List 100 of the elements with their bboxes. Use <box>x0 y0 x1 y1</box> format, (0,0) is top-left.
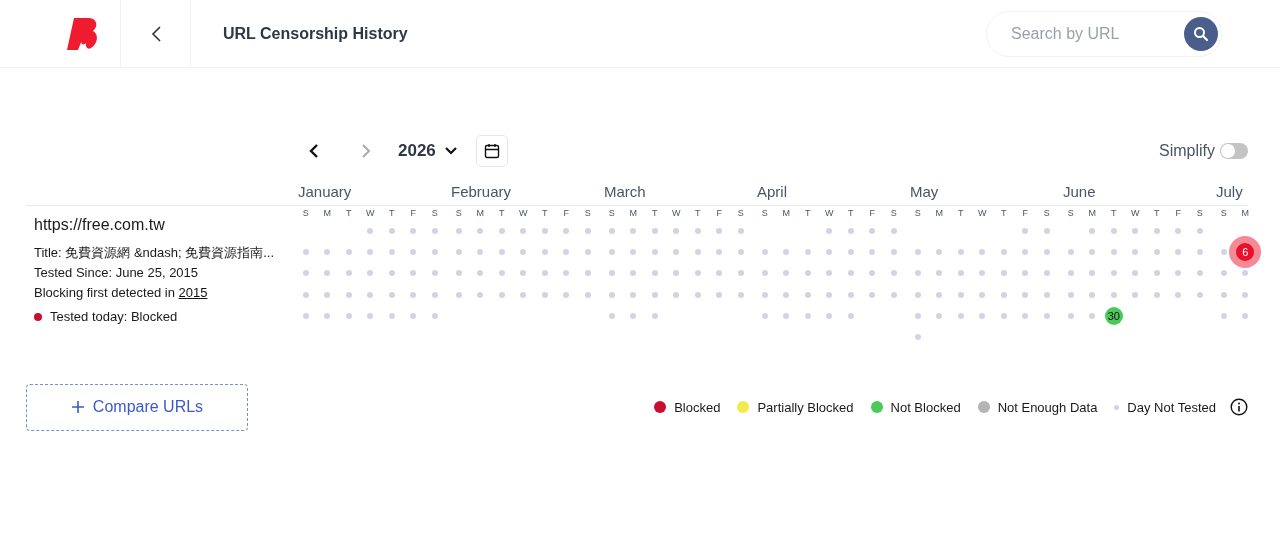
day-dot[interactable] <box>936 270 943 277</box>
day-dot[interactable] <box>716 248 723 255</box>
day-dot[interactable] <box>608 248 615 255</box>
day-dot[interactable] <box>1110 227 1117 234</box>
day-dot[interactable] <box>608 227 615 234</box>
day-dot[interactable] <box>1043 312 1050 319</box>
day-dot[interactable] <box>388 248 395 255</box>
day-dot[interactable] <box>979 248 986 255</box>
day-dot[interactable] <box>957 312 964 319</box>
day-dot[interactable] <box>520 227 527 234</box>
day-dot[interactable] <box>477 248 484 255</box>
day-dot[interactable] <box>1110 291 1117 298</box>
day-dot[interactable] <box>1242 312 1249 319</box>
day-dot[interactable] <box>651 248 658 255</box>
day-dot[interactable] <box>847 248 854 255</box>
day-dot[interactable] <box>455 248 462 255</box>
day-dot[interactable] <box>410 291 417 298</box>
day-dot[interactable] <box>608 312 615 319</box>
day-dot[interactable] <box>608 270 615 277</box>
day-dot[interactable] <box>498 227 505 234</box>
day-dot[interactable] <box>761 312 768 319</box>
day-dot[interactable] <box>541 248 548 255</box>
day-dot[interactable] <box>914 334 921 341</box>
day-dot[interactable] <box>673 291 680 298</box>
day-dot[interactable] <box>541 227 548 234</box>
day-dot[interactable] <box>1220 248 1227 255</box>
day-dot[interactable] <box>1196 248 1203 255</box>
day-dot[interactable] <box>651 270 658 277</box>
day-dot[interactable] <box>1067 248 1074 255</box>
day-dot[interactable] <box>563 270 570 277</box>
day-dot[interactable] <box>826 248 833 255</box>
day-dot[interactable] <box>630 227 637 234</box>
day-dot[interactable] <box>1022 270 1029 277</box>
day-dot[interactable] <box>804 312 811 319</box>
day-dot[interactable] <box>783 248 790 255</box>
day-dot[interactable] <box>584 270 591 277</box>
day-dot[interactable] <box>673 248 680 255</box>
day-dot[interactable] <box>345 270 352 277</box>
day-dot[interactable] <box>1022 312 1029 319</box>
day-dot[interactable] <box>455 227 462 234</box>
day-dot[interactable] <box>694 270 701 277</box>
day-dot[interactable] <box>388 312 395 319</box>
day-dot[interactable] <box>367 270 374 277</box>
day-dot[interactable] <box>541 270 548 277</box>
day-dot[interactable] <box>1110 248 1117 255</box>
day-dot[interactable] <box>477 291 484 298</box>
day-dot[interactable] <box>804 270 811 277</box>
day-dot[interactable] <box>563 227 570 234</box>
day-dot[interactable] <box>324 312 331 319</box>
day-dot[interactable] <box>302 270 309 277</box>
info-icon[interactable] <box>1230 398 1248 417</box>
day-dot[interactable] <box>1022 291 1029 298</box>
day-dot[interactable] <box>761 248 768 255</box>
day-dot[interactable] <box>783 312 790 319</box>
simplify-toggle[interactable] <box>1220 143 1248 159</box>
day-dot[interactable] <box>761 291 768 298</box>
day-dot[interactable] <box>1022 248 1029 255</box>
day-dot[interactable] <box>455 270 462 277</box>
day-dot[interactable] <box>957 270 964 277</box>
day-dot[interactable] <box>1196 291 1203 298</box>
day-dot[interactable] <box>1242 270 1249 277</box>
day-badge[interactable]: 30 <box>1104 306 1123 325</box>
day-dot[interactable] <box>367 248 374 255</box>
day-dot[interactable] <box>584 227 591 234</box>
day-badge[interactable]: 6 <box>1236 242 1255 261</box>
day-dot[interactable] <box>1000 291 1007 298</box>
day-dot[interactable] <box>914 248 921 255</box>
day-dot[interactable] <box>410 312 417 319</box>
day-dot[interactable] <box>651 312 658 319</box>
day-dot[interactable] <box>1043 270 1050 277</box>
day-dot[interactable] <box>716 291 723 298</box>
day-dot[interactable] <box>694 248 701 255</box>
day-dot[interactable] <box>1242 291 1249 298</box>
day-dot[interactable] <box>431 291 438 298</box>
day-dot[interactable] <box>761 270 768 277</box>
day-dot[interactable] <box>302 248 309 255</box>
day-dot[interactable] <box>520 291 527 298</box>
day-dot[interactable] <box>498 291 505 298</box>
day-dot[interactable] <box>869 291 876 298</box>
day-dot[interactable] <box>1196 227 1203 234</box>
year-dropdown[interactable]: 2026 <box>398 141 458 161</box>
day-dot[interactable] <box>957 291 964 298</box>
day-dot[interactable] <box>1067 291 1074 298</box>
search-button[interactable] <box>1184 16 1218 51</box>
day-dot[interactable] <box>410 270 417 277</box>
day-dot[interactable] <box>302 312 309 319</box>
day-dot[interactable] <box>388 291 395 298</box>
day-dot[interactable] <box>826 312 833 319</box>
day-dot[interactable] <box>804 291 811 298</box>
day-dot[interactable] <box>410 248 417 255</box>
day-dot[interactable] <box>1220 270 1227 277</box>
day-dot[interactable] <box>608 291 615 298</box>
day-dot[interactable] <box>1089 248 1096 255</box>
year-link[interactable]: 2015 <box>178 285 208 300</box>
day-dot[interactable] <box>826 270 833 277</box>
day-dot[interactable] <box>1067 312 1074 319</box>
day-dot[interactable] <box>1153 227 1160 234</box>
day-dot[interactable] <box>630 312 637 319</box>
day-dot[interactable] <box>431 312 438 319</box>
day-dot[interactable] <box>957 248 964 255</box>
